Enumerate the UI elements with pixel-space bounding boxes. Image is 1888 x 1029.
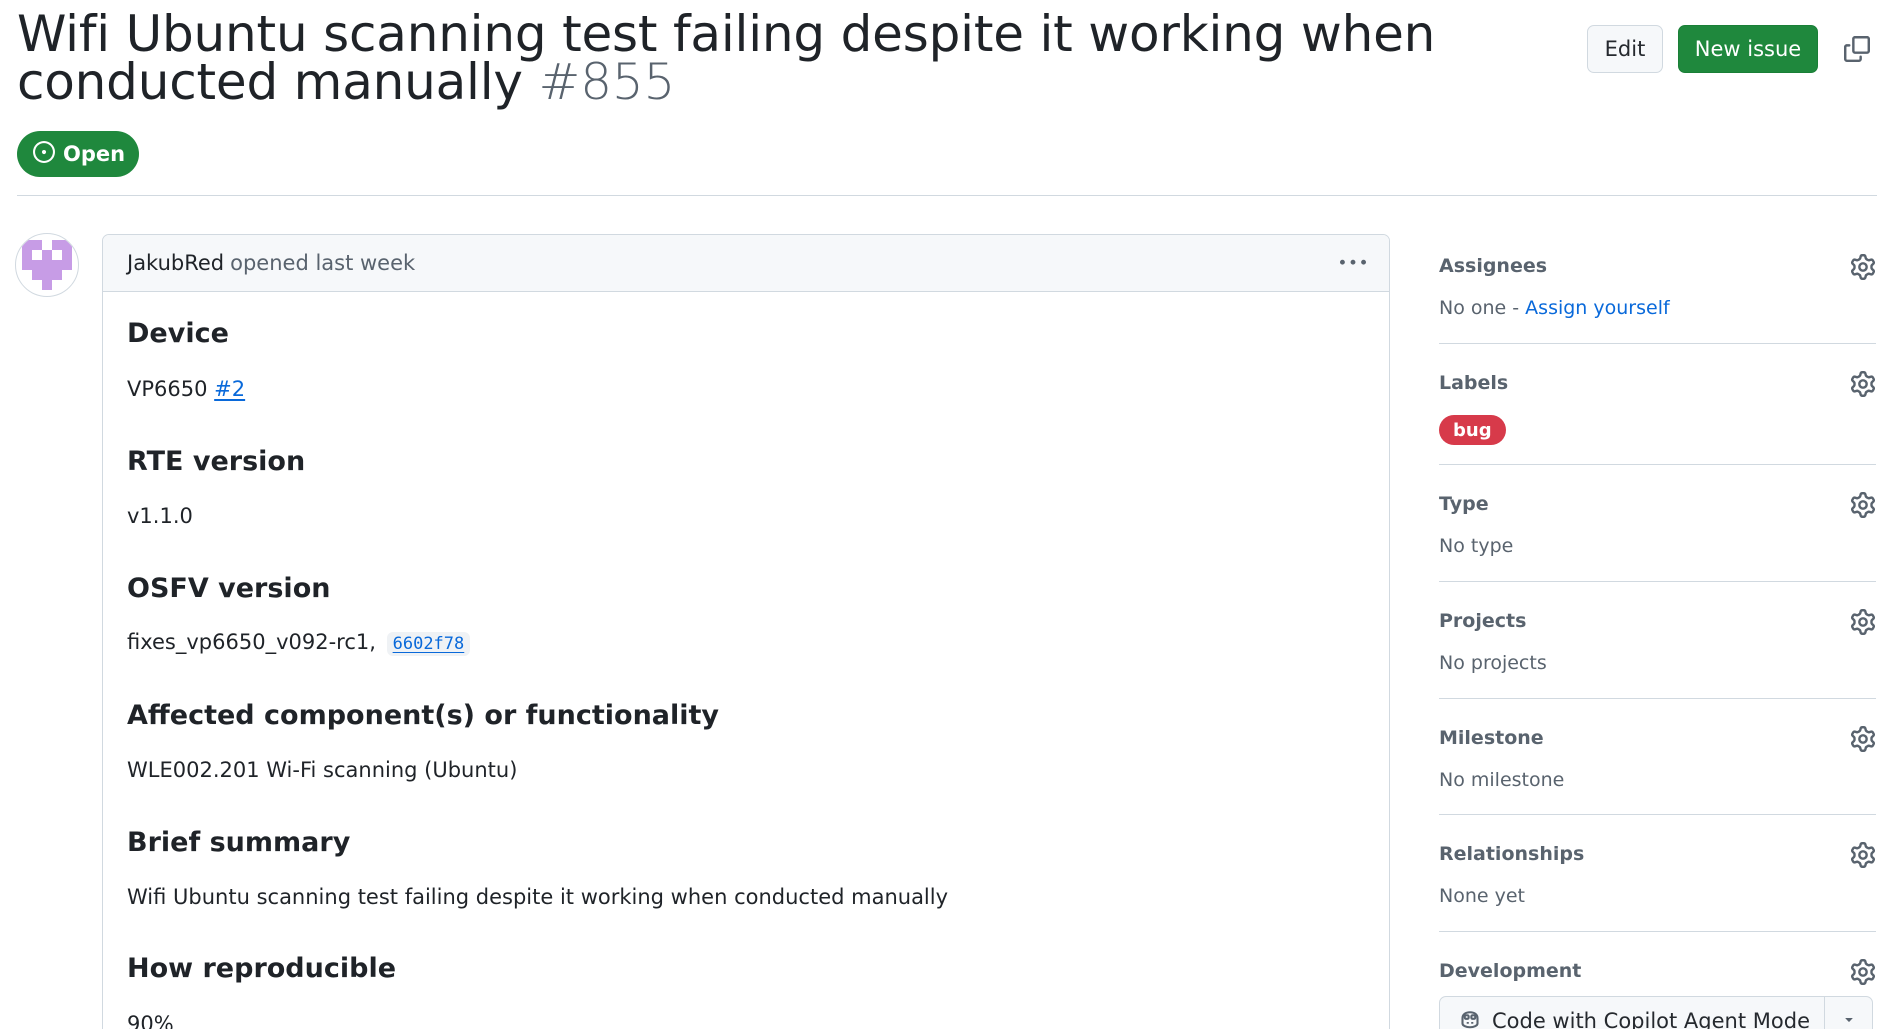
issue-opened-icon: [33, 140, 55, 168]
sidebar-divider: [1439, 814, 1876, 815]
issue-page: Wifi Ubuntu scanning test failing despit…: [0, 0, 1888, 1029]
gear-icon[interactable]: [1850, 492, 1876, 518]
assignees-none: No one -: [1439, 297, 1526, 319]
gear-icon[interactable]: [1850, 842, 1876, 868]
copilot-agent-main-button[interactable]: Code with Copilot Agent Mode: [1440, 997, 1824, 1029]
new-issue-button[interactable]: New issue: [1678, 25, 1818, 73]
sidebar-development-title: Development: [1439, 960, 1582, 982]
section-heading-device: Device: [127, 318, 229, 349]
sidebar-assignees-title: Assignees: [1439, 255, 1548, 277]
comment-timestamp[interactable]: opened last week: [230, 251, 415, 275]
issue-state-label: Open: [63, 142, 126, 166]
sidebar-divider: [1439, 581, 1876, 582]
sidebar-development: Development Code with Copilot Agent Mode: [1439, 959, 1876, 1029]
section-text-rte-version: v1.1.0: [127, 504, 193, 528]
issue-body-comment: JakubRed opened last week Device VP6650 …: [102, 234, 1390, 1029]
gear-icon[interactable]: [1850, 609, 1876, 635]
sidebar-milestone-title: Milestone: [1439, 727, 1544, 749]
comment-header: JakubRed opened last week: [103, 235, 1389, 292]
section-heading-rte-version: RTE version: [127, 446, 306, 477]
sidebar-relationships-title: Relationships: [1439, 843, 1585, 865]
section-heading-osfv-version: OSFV version: [127, 573, 331, 604]
section-heading-brief-summary: Brief summary: [127, 827, 351, 858]
section-text-how-reproducible: 90%: [127, 1012, 174, 1029]
sidebar-projects-title: Projects: [1439, 610, 1527, 632]
kebab-menu-icon[interactable]: [1337, 249, 1369, 277]
sidebar-labels: Labels bug: [1439, 371, 1876, 445]
gear-icon[interactable]: [1850, 254, 1876, 280]
sidebar-relationships: Relationships None yet: [1439, 842, 1876, 907]
comment-author[interactable]: JakubRed: [127, 251, 224, 275]
sidebar-projects-value: No projects: [1439, 652, 1547, 674]
copilot-agent-label: Code with Copilot Agent Mode: [1492, 1009, 1810, 1029]
copilot-icon: [1458, 1007, 1482, 1029]
copy-link-icon[interactable]: [1837, 29, 1877, 69]
triangle-down-icon: [1841, 1011, 1857, 1029]
edit-button[interactable]: Edit: [1587, 25, 1663, 73]
osfv-branch: fixes_vp6650_v092-rc1,: [127, 630, 376, 654]
sidebar-divider: [1439, 464, 1876, 465]
labels-list: bug: [1439, 415, 1506, 445]
sidebar-divider: [1439, 698, 1876, 699]
device-issue-link[interactable]: #2: [214, 377, 245, 401]
issue-title-text: Wifi Ubuntu scanning test failing despit…: [17, 5, 1436, 111]
sidebar-type-value: No type: [1439, 535, 1514, 557]
device-name: VP6650: [127, 377, 208, 401]
commit-sha-link[interactable]: 6602f78: [386, 632, 471, 656]
section-text-affected-component: WLE002.201 Wi-Fi scanning (Ubuntu): [127, 758, 518, 782]
gear-icon[interactable]: [1850, 726, 1876, 752]
section-heading-affected-component: Affected component(s) or functionality: [127, 700, 720, 731]
section-text-device: VP6650 #2: [127, 375, 245, 403]
label-bug[interactable]: bug: [1439, 415, 1506, 445]
sidebar-divider: [1439, 931, 1876, 932]
header-actions: Edit New issue: [1587, 25, 1877, 73]
copilot-agent-button: Code with Copilot Agent Mode: [1439, 996, 1873, 1029]
sidebar-relationships-value: None yet: [1439, 885, 1525, 907]
sidebar-assignees-value: No one - Assign yourself: [1439, 296, 1670, 320]
section-text-brief-summary: Wifi Ubuntu scanning test failing despit…: [127, 885, 949, 909]
sidebar-labels-title: Labels: [1439, 372, 1509, 394]
sidebar-assignees: Assignees No one - Assign yourself: [1439, 254, 1876, 319]
gear-icon[interactable]: [1850, 959, 1876, 985]
sidebar-milestone-value: No milestone: [1439, 769, 1565, 791]
issue-state-badge: Open: [17, 131, 139, 177]
sidebar-projects: Projects No projects: [1439, 609, 1876, 674]
gear-icon[interactable]: [1850, 371, 1876, 397]
section-text-osfv-version: fixes_vp6650_v092-rc1, 6602f78: [127, 628, 471, 658]
section-heading-how-reproducible: How reproducible: [127, 953, 397, 984]
sidebar-type-title: Type: [1439, 493, 1489, 515]
header-divider: [17, 195, 1877, 196]
issue-number: #855: [538, 53, 676, 111]
issue-title: Wifi Ubuntu scanning test failing despit…: [17, 9, 1587, 107]
assign-yourself-link[interactable]: Assign yourself: [1525, 297, 1670, 319]
issue-header: Wifi Ubuntu scanning test failing despit…: [17, 9, 1877, 107]
sidebar-type: Type No type: [1439, 492, 1876, 557]
sidebar-milestone: Milestone No milestone: [1439, 726, 1876, 791]
copilot-agent-dropdown[interactable]: [1824, 997, 1872, 1029]
sidebar-divider: [1439, 343, 1876, 344]
author-avatar[interactable]: [15, 233, 79, 297]
